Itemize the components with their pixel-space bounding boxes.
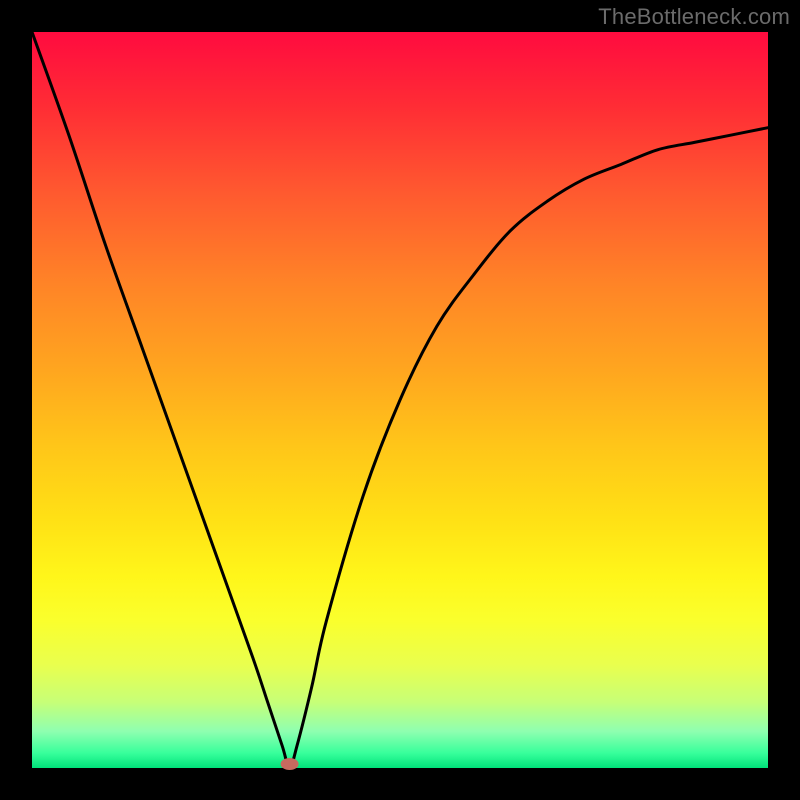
- bottleneck-curve-path: [32, 32, 768, 768]
- plot-area: [32, 32, 768, 768]
- optimum-marker: [281, 758, 299, 770]
- bottleneck-curve-svg: [32, 32, 768, 768]
- chart-frame: TheBottleneck.com: [0, 0, 800, 800]
- watermark-label: TheBottleneck.com: [598, 4, 790, 30]
